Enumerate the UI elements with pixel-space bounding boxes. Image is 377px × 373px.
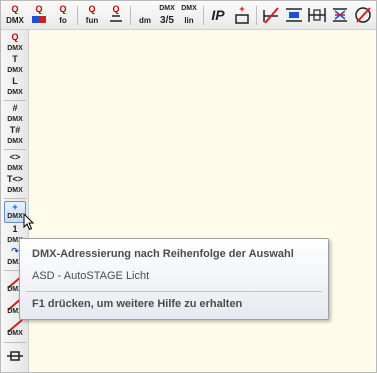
distribute-graphic xyxy=(308,8,326,22)
sidebar-btn-4-bottom: DMX xyxy=(7,116,23,123)
toolbar-separator xyxy=(203,6,204,25)
dmx-t-range-icon[interactable]: T<> DMX xyxy=(4,174,26,196)
toolbar-btn-7-top: DMX xyxy=(159,5,175,12)
toolbar-btn-8-top: DMX xyxy=(181,5,197,12)
tooltip-help: F1 drücken, um weitere Hilfe zu erhalten xyxy=(32,298,243,310)
dmx-linear-icon[interactable]: DMX lin xyxy=(178,4,200,26)
sidebar-btn-1-bottom: DMX xyxy=(7,45,23,52)
toolbar-separator xyxy=(130,6,131,25)
toolbar-btn-7-bottom: 3/5 xyxy=(160,15,174,26)
toolbar-btn-4-bottom: fun xyxy=(85,16,99,25)
toolbar-btn-6-bottom: dm xyxy=(139,16,151,25)
toolbar-btn-8-bottom: lin xyxy=(184,16,194,25)
tooltip-title: DMX-Adressierung nach Reihenfolge der Au… xyxy=(32,248,294,260)
mouse-cursor-icon xyxy=(23,213,35,231)
dmx-range-icon[interactable]: <> DMX xyxy=(4,152,26,174)
sidebar-btn-5-top: T# xyxy=(9,125,21,135)
tooltip-divider xyxy=(26,291,322,292)
clear-graphic xyxy=(110,15,122,22)
sidebar-separator xyxy=(4,149,26,150)
dmx-quick-icon[interactable]: Q DMX xyxy=(4,32,26,54)
ip-icon[interactable]: IP xyxy=(207,4,229,26)
distribute-icon[interactable] xyxy=(306,4,328,26)
function-icon[interactable]: Q fun xyxy=(81,4,103,26)
sidebar-btn-3-top: L xyxy=(12,76,18,86)
color-blocks-graphic xyxy=(32,16,46,23)
toolbar-btn-1-top: Q xyxy=(11,4,19,14)
swap-icon[interactable] xyxy=(329,4,351,26)
sidebar-btn-6-bottom: DMX xyxy=(7,165,23,172)
toolbar-btn-3-top: Q xyxy=(59,4,67,14)
add-patch-graphic xyxy=(235,14,249,24)
sidebar-separator xyxy=(4,342,26,343)
toolbar-separator xyxy=(77,6,78,25)
dmx-mode-icon[interactable]: dm xyxy=(134,4,156,26)
sidebar-btn-4-top: # xyxy=(12,103,18,113)
align-graphic xyxy=(286,8,302,22)
cancel-icon[interactable] xyxy=(352,4,374,26)
dmx-red-icon[interactable]: Q DMX xyxy=(4,4,26,26)
sidebar-btn-3-bottom: DMX xyxy=(7,89,23,96)
patch-plug-graphic xyxy=(7,351,23,361)
sidebar-btn-2-bottom: DMX xyxy=(7,67,23,74)
dmx-3-5-icon[interactable]: DMX 3/5 xyxy=(156,4,178,26)
sidebar-btn-7-bottom: DMX xyxy=(7,187,23,194)
dmx-t-icon[interactable]: T DMX xyxy=(4,54,26,76)
dmx-l-icon[interactable]: L DMX xyxy=(4,76,26,98)
sidebar-separator xyxy=(4,198,26,199)
sidebar-btn-2-top: T xyxy=(12,54,18,64)
sidebar-btn-5-bottom: DMX xyxy=(7,138,23,145)
toolbar-separator xyxy=(256,6,257,25)
cancel-graphic xyxy=(355,7,371,23)
focus-icon[interactable]: Q fo xyxy=(52,4,74,26)
dmx-number-icon[interactable]: # DMX xyxy=(4,103,26,125)
tooltip-description: ASD - AutoSTAGE Licht xyxy=(32,270,150,282)
sidebar-separator xyxy=(4,100,26,101)
sidebar-btn-13-bottom: DMX xyxy=(7,330,23,337)
align-icon[interactable] xyxy=(283,4,305,26)
unpatch-graphic xyxy=(263,7,279,24)
left-toolbar: Q DMX T DMX L DMX # DMX T# DMX <> DMX T<… xyxy=(1,30,29,372)
clear-icon[interactable]: Q xyxy=(105,4,127,26)
tooltip: DMX-Adressierung nach Reihenfolge der Au… xyxy=(19,238,329,320)
sidebar-btn-1-top: Q xyxy=(11,32,19,42)
unpatch-icon[interactable] xyxy=(260,4,282,26)
sidebar-btn-8-bottom: DMX xyxy=(7,213,23,220)
toolbar-btn-1-bottom: DMX xyxy=(6,16,24,25)
sidebar-btn-8-top: + xyxy=(12,202,18,212)
patch-plug-icon[interactable] xyxy=(4,345,26,367)
dmx-t-number-icon[interactable]: T# DMX xyxy=(4,125,26,147)
sidebar-btn-6-top: <> xyxy=(9,152,21,162)
color-blocks-icon[interactable]: Q xyxy=(28,4,50,26)
top-toolbar: Q DMX Q Q fo Q fun Q dm DMX 3/5 DMX lin … xyxy=(1,1,376,30)
sidebar-btn-7-top: T<> xyxy=(6,174,23,184)
add-patch-icon[interactable]: + xyxy=(231,4,253,26)
dmx-delete-icon[interactable]: DMX xyxy=(4,317,26,339)
toolbar-btn-3-bottom: fo xyxy=(59,16,67,25)
swap-graphic xyxy=(333,8,347,22)
toolbar-btn-9-label: IP xyxy=(211,7,225,23)
toolbar-btn-4-top: Q xyxy=(88,4,96,14)
